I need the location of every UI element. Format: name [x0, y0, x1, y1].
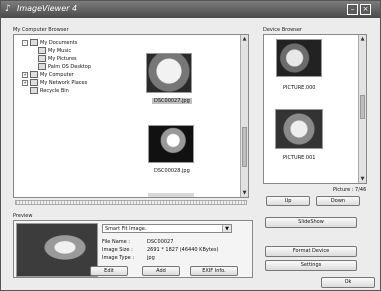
file-name-value: DSC00027: [147, 239, 174, 245]
tree-item-my-music[interactable]: My Music: [38, 47, 71, 54]
device-panel: PICTURE.000 PICTURE.001 ▲ ▼: [263, 34, 367, 184]
up-button[interactable]: Up: [266, 196, 310, 206]
scroll-down-icon[interactable]: ▼: [241, 189, 248, 197]
thumbnail-image[interactable]: [148, 125, 194, 163]
tree-item-my-pictures[interactable]: My Pictures: [38, 55, 77, 62]
thumbnail-image[interactable]: [146, 53, 192, 93]
fit-mode-select[interactable]: Smart Fit Image. ▼: [102, 224, 232, 233]
ok-button[interactable]: Ok: [321, 277, 375, 288]
collapse-icon[interactable]: -: [22, 39, 28, 46]
network-icon: [30, 79, 38, 86]
settings-button[interactable]: Settings: [265, 260, 357, 271]
tree-item-my-documents[interactable]: - My Documents: [22, 39, 77, 46]
tree-item-recycle-bin[interactable]: Recycle Bin: [22, 87, 69, 94]
format-device-button[interactable]: Format Device: [265, 246, 357, 257]
thumbnail-strip[interactable]: [15, 200, 247, 205]
thumbnail-label[interactable]: DSC00028.jpg: [154, 168, 190, 174]
scroll-down-icon[interactable]: ▼: [359, 175, 366, 183]
slideshow-button[interactable]: SlideShow: [265, 217, 357, 228]
folder-icon: [38, 63, 46, 70]
thumbnail-image[interactable]: [148, 193, 194, 197]
folder-icon: [30, 39, 38, 46]
window-title: ImageViewer 4: [17, 4, 78, 13]
device-scrollbar[interactable]: ▲ ▼: [358, 35, 366, 183]
tree-item-palm-os-desktop[interactable]: Palm OS Desktop: [38, 63, 91, 70]
app-window: ♪ ImageViewer 4 – × My Computer Browser …: [0, 0, 381, 291]
scroll-thumb[interactable]: [242, 127, 247, 167]
image-size-label: Image Size :: [102, 247, 133, 253]
app-icon: ♪: [5, 4, 11, 14]
file-name-label: File Name :: [102, 239, 130, 245]
browser-label: My Computer Browser: [13, 27, 69, 33]
recycle-bin-icon: [30, 87, 38, 94]
title-bar: ♪ ImageViewer 4 – ×: [1, 1, 380, 18]
folder-icon: [38, 55, 46, 62]
image-type-value: jpg: [147, 255, 155, 261]
minimize-icon[interactable]: –: [347, 4, 358, 15]
browser-panel: - My Documents My Music My Pictures Palm …: [13, 34, 249, 198]
device-thumbnail-image[interactable]: [275, 109, 323, 149]
edit-button[interactable]: Edit: [90, 266, 128, 276]
expand-icon[interactable]: +: [22, 79, 28, 86]
preview-panel: Smart Fit Image. ▼ File Name : DSC00027 …: [13, 220, 253, 278]
preview-label: Preview: [13, 213, 33, 219]
device-thumbnail-label[interactable]: PICTURE.000: [283, 85, 315, 91]
image-size-value: 2691 * 1827 (46440 KBytes): [147, 247, 219, 253]
tree-item-my-network-places[interactable]: + My Network Places: [22, 79, 87, 86]
exif-info-button[interactable]: EXIF Info.: [190, 266, 238, 276]
browser-scrollbar[interactable]: ▲ ▼: [240, 35, 248, 197]
image-type-label: Image Type :: [102, 255, 135, 261]
close-icon[interactable]: ×: [360, 4, 371, 15]
device-thumbnail-image[interactable]: [276, 39, 322, 77]
chevron-down-icon[interactable]: ▼: [222, 225, 231, 232]
add-button[interactable]: Add: [142, 266, 180, 276]
scroll-up-icon[interactable]: ▲: [241, 35, 248, 43]
device-label: Device Browser: [263, 27, 302, 33]
scroll-up-icon[interactable]: ▲: [359, 35, 366, 43]
scroll-thumb[interactable]: [360, 95, 365, 119]
preview-image: [16, 223, 98, 277]
tree-item-my-computer[interactable]: + My Computer: [22, 71, 74, 78]
computer-icon: [30, 71, 38, 78]
folder-icon: [38, 47, 46, 54]
thumbnail-label[interactable]: DSC00027.jpg: [152, 98, 192, 104]
down-button[interactable]: Down: [316, 196, 360, 206]
device-thumbnail-label[interactable]: PICTURE.001: [283, 155, 315, 161]
picture-count: Picture : 7/46: [333, 187, 367, 193]
expand-icon[interactable]: +: [22, 71, 28, 78]
